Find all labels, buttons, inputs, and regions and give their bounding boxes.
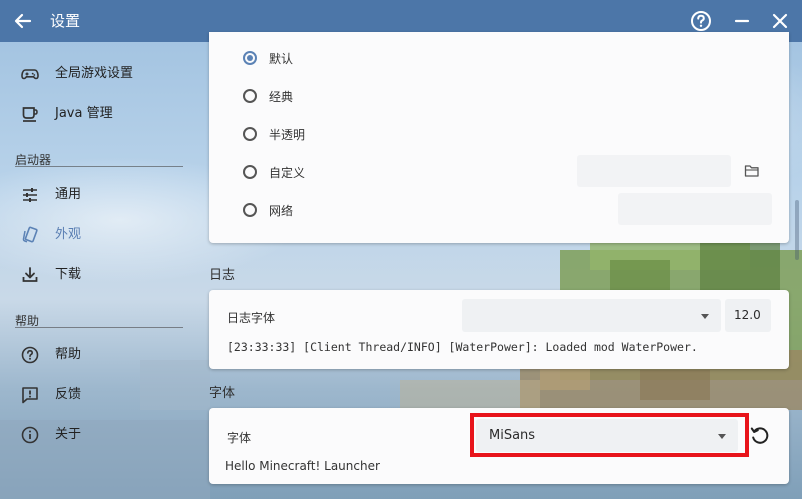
reset-icon (750, 427, 769, 444)
log-font-size-input[interactable]: 12.0 (725, 299, 771, 332)
window-title: 设置 (50, 12, 81, 30)
minimize-button[interactable] (729, 8, 755, 34)
log-font-select[interactable] (462, 299, 721, 332)
radio-label: 半透明 (269, 127, 306, 142)
coffee-cup-icon (22, 107, 38, 122)
radio-label: 经典 (269, 89, 294, 104)
back-button[interactable] (10, 8, 36, 34)
chevron-down-icon (701, 313, 709, 319)
info-icon (21, 426, 39, 444)
help-icon (691, 11, 711, 31)
browse-folder-button[interactable] (744, 164, 760, 178)
log-section-title: 日志 (209, 268, 236, 283)
scrollbar-thumb[interactable] (795, 200, 799, 260)
sidebar-item-label: 下载 (55, 267, 82, 282)
sidebar-item-java-management[interactable]: Java 管理 (0, 94, 198, 134)
sidebar-item-general[interactable]: 通用 (0, 175, 198, 215)
log-font-preview: [23:33:33] [Client Thread/INFO] [WaterPo… (227, 340, 698, 354)
custom-background-path-input[interactable] (577, 155, 731, 187)
theme-icon (22, 226, 38, 243)
radio-classic[interactable]: 经典 (243, 86, 293, 106)
folder-icon (744, 165, 759, 177)
radio-custom[interactable]: 自定义 (243, 162, 305, 182)
sidebar-item-label: 反馈 (55, 387, 82, 402)
sidebar-item-feedback[interactable]: 反馈 (0, 375, 198, 415)
sidebar-item-help[interactable]: 帮助 (0, 335, 198, 375)
log-font-size-value: 12.0 (734, 308, 761, 322)
sidebar-item-global-game-settings[interactable]: 全局游戏设置 (0, 54, 198, 94)
radio-button[interactable] (243, 89, 257, 103)
sidebar-item-appearance[interactable]: 外观 (0, 215, 198, 255)
close-icon (772, 13, 788, 29)
radio-network[interactable]: 网络 (243, 200, 293, 220)
sidebar-item-label: 帮助 (55, 347, 82, 362)
gamepad-icon (21, 69, 39, 80)
section-divider (15, 166, 183, 167)
radio-button[interactable] (243, 51, 257, 65)
sidebar-item-download[interactable]: 下载 (0, 255, 198, 295)
feedback-icon (22, 387, 38, 404)
radio-default[interactable]: 默认 (243, 48, 293, 68)
sliders-icon (23, 188, 37, 202)
highlight-box (470, 413, 749, 457)
download-icon (22, 267, 38, 282)
sidebar-item-label: 通用 (55, 187, 82, 202)
log-font-label: 日志字体 (227, 311, 276, 325)
font-section-title: 字体 (209, 386, 236, 401)
network-background-url-input[interactable] (618, 193, 772, 225)
sidebar: 全局游戏设置 Java 管理 启动器 通用 外观 下载 帮助 帮助 反馈 关于 (0, 42, 198, 499)
minimize-icon (734, 19, 750, 23)
font-preview: Hello Minecraft! Launcher (225, 459, 380, 473)
radio-button[interactable] (243, 165, 257, 179)
radio-button[interactable] (243, 127, 257, 141)
sidebar-item-label: 全局游戏设置 (55, 66, 134, 81)
radio-label: 网络 (269, 203, 294, 218)
radio-button[interactable] (243, 203, 257, 217)
radio-label: 默认 (269, 51, 294, 66)
back-arrow-icon (14, 13, 32, 29)
close-button[interactable] (767, 8, 793, 34)
radio-label: 自定义 (269, 165, 306, 180)
radio-translucent[interactable]: 半透明 (243, 124, 305, 144)
section-divider (15, 327, 183, 328)
font-label: 字体 (227, 431, 252, 445)
reset-font-button[interactable] (749, 424, 771, 446)
help-button[interactable] (688, 8, 714, 34)
sidebar-item-label: 外观 (55, 227, 82, 242)
sidebar-item-about[interactable]: 关于 (0, 415, 198, 455)
sidebar-item-label: Java 管理 (55, 106, 113, 121)
sidebar-item-label: 关于 (55, 427, 82, 442)
help-circle-icon (21, 346, 39, 364)
